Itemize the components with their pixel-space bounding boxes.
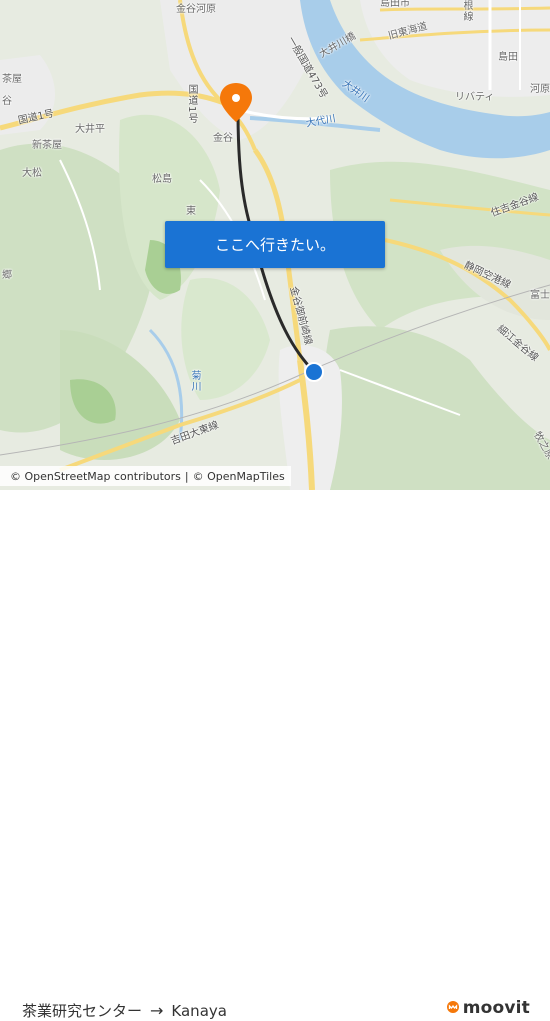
place-label: 金谷 xyxy=(213,133,233,144)
place-label: 島田 xyxy=(498,52,518,63)
place-label: 松島 xyxy=(152,174,172,185)
place-label: 河原 xyxy=(530,84,550,95)
road-label: 根線 xyxy=(461,0,472,22)
omt-attribution-link[interactable]: © OpenMapTiles xyxy=(193,470,285,483)
moovit-logo[interactable]: moovit xyxy=(446,998,530,1018)
osm-attribution-link[interactable]: © OpenStreetMap contributors xyxy=(10,470,181,483)
callout-label: ここへ行きたい。 xyxy=(214,236,335,254)
route-title: 茶業研究センター → Kanaya xyxy=(22,1000,227,1021)
place-label: 富士 xyxy=(530,290,550,301)
go-here-callout[interactable]: ここへ行きたい。 xyxy=(165,221,385,268)
place-label: 大井平 xyxy=(75,124,105,135)
origin-name: 茶業研究センター xyxy=(22,1002,143,1020)
moovit-pin-icon xyxy=(446,1001,459,1013)
moovit-wordmark: moovit xyxy=(462,998,530,1018)
place-label: 新茶屋 xyxy=(32,140,62,151)
place-label: 谷 xyxy=(2,96,12,107)
river-label: 菊川 xyxy=(189,370,200,392)
arrow-right-icon: → xyxy=(150,1001,164,1020)
place-label: 島田市 xyxy=(380,0,410,9)
place-label: 東 xyxy=(186,206,196,217)
map-screen: 金谷河原 島田市 根線 大井川橋 旧東海道 島田 リバティ 河原 一般国道473… xyxy=(0,0,550,1020)
destination-name: Kanaya xyxy=(171,1001,227,1020)
place-label: 大松 xyxy=(22,168,42,179)
place-label: 金谷河原 xyxy=(176,4,216,15)
place-label: 郷 xyxy=(2,270,12,281)
route-footer: 茶業研究センター → Kanaya moovit xyxy=(0,490,550,1020)
map-canvas[interactable]: 金谷河原 島田市 根線 大井川橋 旧東海道 島田 リバティ 河原 一般国道473… xyxy=(0,0,550,490)
attribution-separator: | xyxy=(184,469,189,483)
origin-dot[interactable] xyxy=(304,362,324,382)
road-label: 国道1号 xyxy=(186,84,197,125)
map-attribution: © OpenStreetMap contributors | © OpenMap… xyxy=(0,466,291,486)
place-label: 茶屋 xyxy=(2,74,22,85)
forest-areas xyxy=(0,114,550,490)
poi-label: リバティ xyxy=(455,92,495,103)
